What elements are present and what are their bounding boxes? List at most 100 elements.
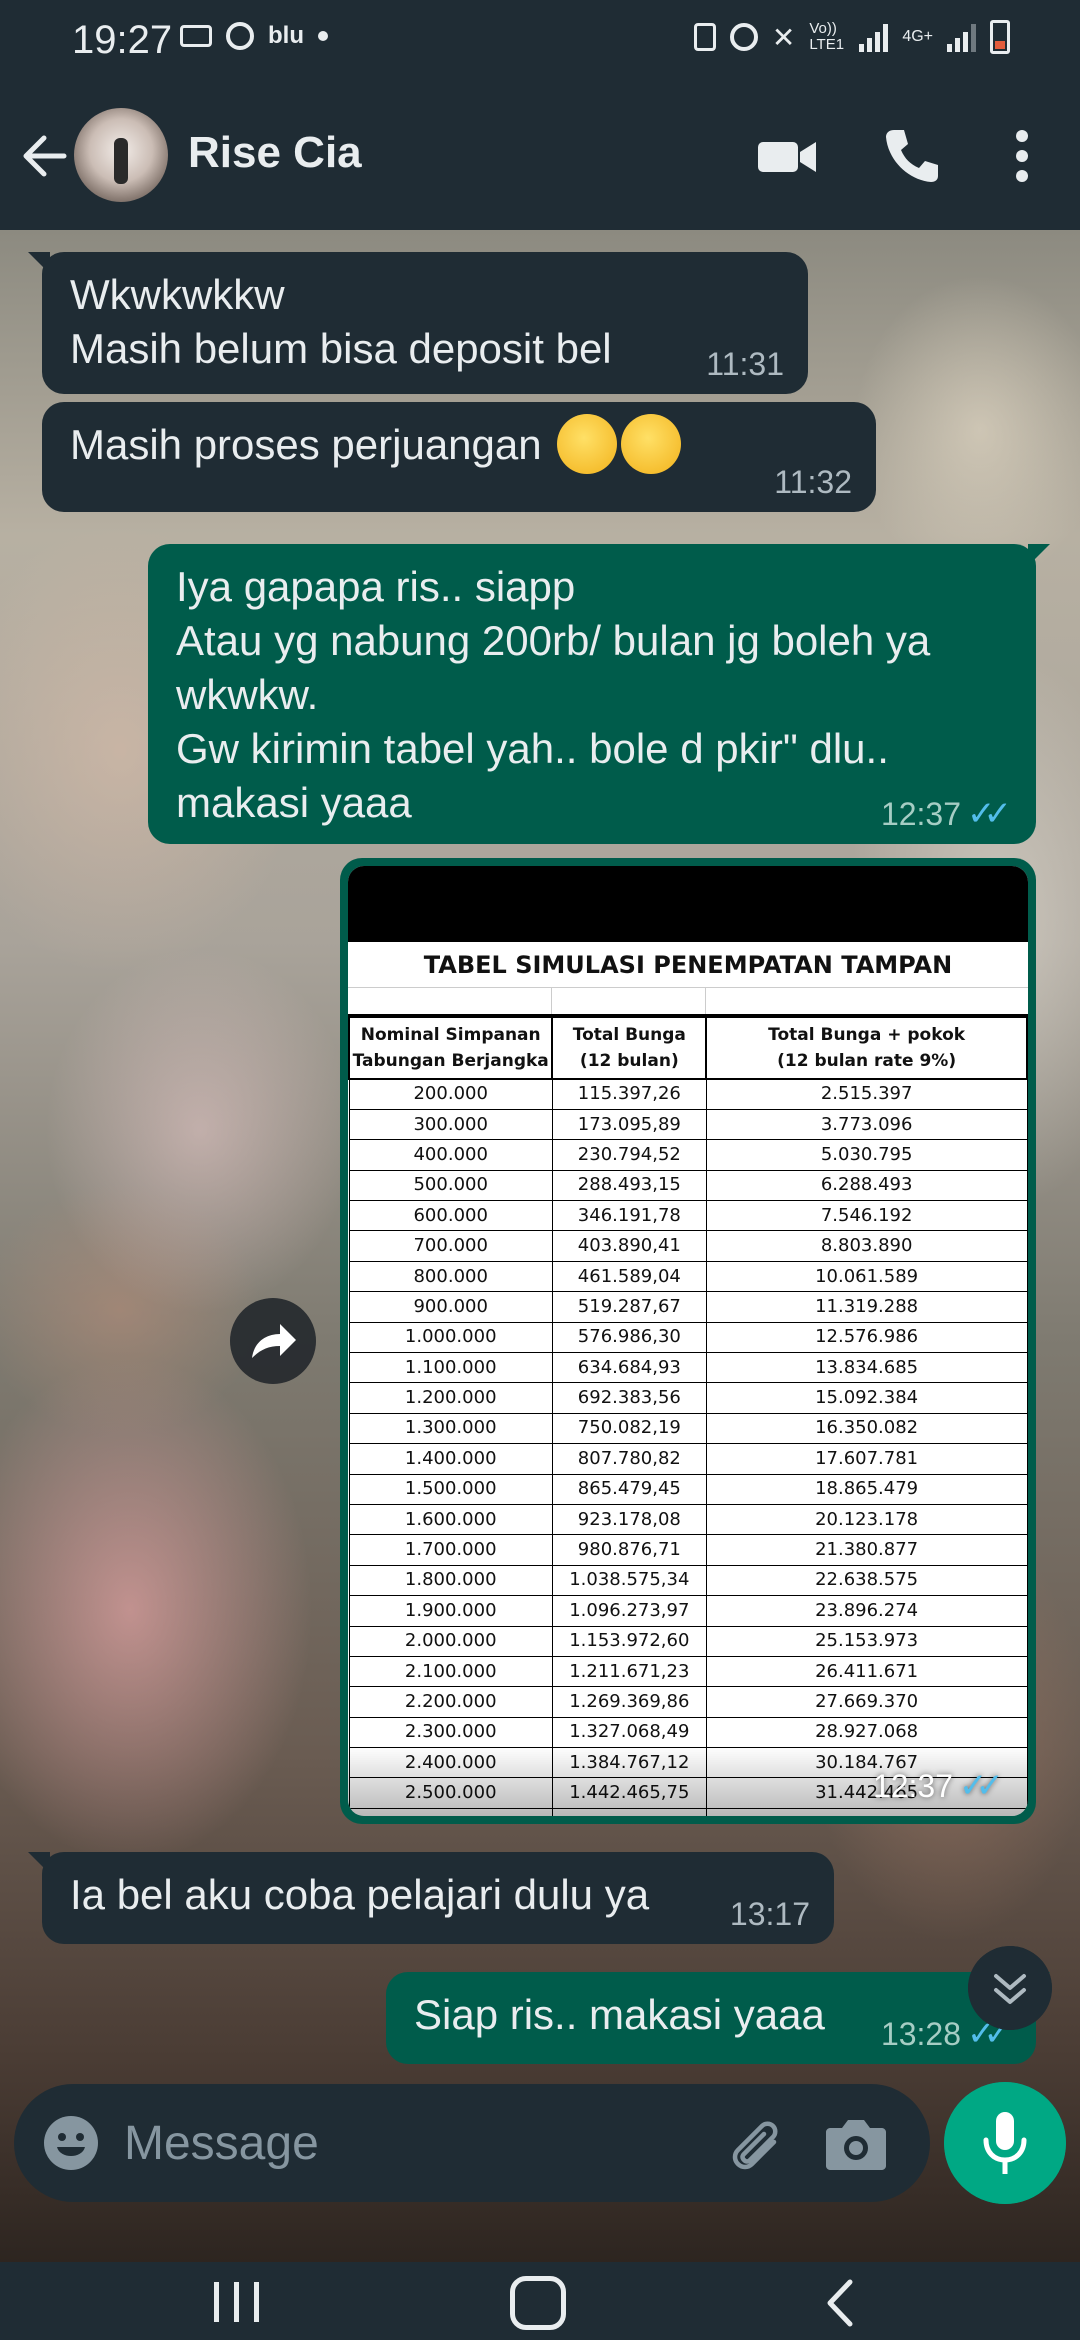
contact-avatar[interactable] <box>74 108 168 202</box>
emoji-icon[interactable] <box>42 2114 100 2172</box>
mute-icon: ✕ <box>771 21 796 53</box>
header-line: Total Bunga <box>572 1025 686 1045</box>
table-row: 2.200.000 1.269.369,86 27.669.370 <box>348 1686 1028 1718</box>
signal-2-icon <box>947 22 976 52</box>
table-row: 1.900.000 1.096.273,97 23.896.274 <box>348 1595 1028 1627</box>
table-cell: 288.493,15 <box>551 1169 707 1202</box>
table-cell: 15.092.384 <box>705 1382 1028 1414</box>
table-row: 1.600.000 923.178,08 20.123.178 <box>348 1503 1028 1536</box>
table-cell: 2.000.000 <box>348 1625 553 1657</box>
image-top-bar <box>348 866 1028 942</box>
table-header-cell: Nominal Simpanan Tabungan Berjangka <box>348 1016 554 1080</box>
forward-icon[interactable] <box>230 1298 316 1384</box>
table-cell: 500.000 <box>348 1169 553 1202</box>
saver-icon <box>693 23 716 51</box>
contact-name[interactable]: Rise Cia <box>188 128 362 178</box>
table-body: 200.000 115.397,26 2.515.397 300.000 173.095… <box>348 1078 1028 1816</box>
scroll-to-bottom-button[interactable] <box>968 1946 1052 2030</box>
table-cell: 600.000 <box>348 1200 553 1232</box>
message-text: Siap ris.. makasi yaaa <box>414 1991 825 2038</box>
table-row: 600.000 346.191,78 7.546.192 <box>348 1200 1028 1232</box>
table-cell: 900.000 <box>348 1291 553 1323</box>
battery-icon <box>990 20 1010 54</box>
chat-area[interactable]: Wkwkwkkw Masih belum bisa deposit bel 11… <box>0 230 1080 2262</box>
more-options-icon[interactable] <box>990 124 1054 188</box>
table-row: 400.000 230.794,52 5.030.795 <box>348 1139 1028 1171</box>
image-thumbnail[interactable]: TABEL SIMULASI PENEMPATAN TAMPAN Nominal… <box>348 866 1028 1816</box>
table-cell: 1.327.068,49 <box>551 1716 707 1749</box>
image-time-text: 12:37 <box>872 1767 954 1804</box>
message-text-line: Gw kirimin tabel yah.. bole d pkir" dlu.… <box>176 725 889 772</box>
message-time-text: 13:28 <box>880 2016 962 2052</box>
table-row: 500.000 288.493,15 6.288.493 <box>348 1169 1028 1202</box>
header-line: Tabungan Berjangka <box>352 1051 549 1071</box>
incoming-message[interactable]: Wkwkwkkw Masih belum bisa deposit bel 11… <box>28 252 808 394</box>
image-time: 12:37 ✓✓ <box>873 1766 1004 1806</box>
recent-apps-icon[interactable] <box>210 2280 266 2324</box>
message-notification-icon <box>180 25 212 47</box>
table-cell: 22.638.575 <box>705 1564 1028 1597</box>
status-time: 19:27 <box>72 18 173 62</box>
system-navigation-bar <box>0 2262 1080 2340</box>
nav-back-icon[interactable] <box>820 2276 860 2330</box>
table-cell: 1.269.369,86 <box>551 1686 707 1718</box>
bubble-tail <box>1028 544 1050 566</box>
table-cell: 800.000 <box>348 1260 553 1293</box>
camera-icon[interactable] <box>824 2112 888 2174</box>
table-cell: 400.000 <box>348 1139 553 1171</box>
table-row: 2.000.000 1.153.972,60 25.153.973 <box>348 1625 1028 1657</box>
table-cell: 1.100.000 <box>348 1352 553 1384</box>
table-row: 200.000 115.397,26 2.515.397 <box>348 1078 1028 1110</box>
table-cell: 23.896.274 <box>705 1595 1028 1627</box>
outgoing-message[interactable]: Iya gapapa ris.. siapp Atau yg nabung 20… <box>148 544 1050 844</box>
table-row: 2.100.000 1.211.671,23 26.411.671 <box>348 1655 1028 1688</box>
phone-icon[interactable] <box>880 124 944 188</box>
microphone-button[interactable] <box>944 2082 1066 2204</box>
table-row: 800.000 461.589,04 10.061.589 <box>348 1260 1028 1293</box>
table-cell: 461.589,04 <box>551 1260 707 1293</box>
bubble-tail <box>28 252 50 274</box>
home-button-icon[interactable] <box>510 2276 566 2330</box>
message-input[interactable] <box>124 2104 684 2182</box>
alarm-icon <box>729 23 758 51</box>
image-message[interactable]: TABEL SIMULASI PENEMPATAN TAMPAN Nominal… <box>340 858 1036 1824</box>
table-cell: 26.411.671 <box>705 1655 1028 1688</box>
table-cell: 230.794,52 <box>551 1139 707 1171</box>
outgoing-message[interactable]: Siap ris.. makasi yaaa 13:28 ✓✓ <box>386 1972 1050 2064</box>
table-row: 1.400.000 807.780,82 17.607.781 <box>348 1443 1028 1475</box>
table-cell: 28.927.068 <box>705 1716 1028 1749</box>
table-cell: 634.684,93 <box>551 1352 707 1384</box>
message-text-line: Masih belum bisa deposit bel <box>70 325 612 372</box>
table-cell: 2.200.000 <box>348 1686 553 1718</box>
table-cell: 1.038.575,34 <box>551 1564 707 1597</box>
back-arrow-icon[interactable] <box>20 126 70 186</box>
table-cell: 1.400.000 <box>348 1443 553 1475</box>
table-cell: 27.669.370 <box>705 1686 1028 1718</box>
video-call-icon[interactable] <box>756 124 820 188</box>
message-composer <box>14 2084 930 2202</box>
table-cell: 5.030.795 <box>705 1139 1028 1171</box>
table-cell: 13.834.685 <box>705 1352 1028 1384</box>
table-row: 700.000 403.890,41 8.803.890 <box>348 1230 1028 1262</box>
table-header-row: Nominal Simpanan Tabungan Berjangka Total… <box>348 1016 1028 1080</box>
header-line: Nominal Simpanan <box>360 1025 541 1045</box>
table-cell: 700.000 <box>348 1230 553 1262</box>
table-cell: 115.397,26 <box>551 1078 707 1110</box>
table-cell: 576.986,30 <box>551 1321 707 1354</box>
status-bar: 19:27 blu ✕ Vo)) LTE1 4G+ <box>0 0 1080 84</box>
incoming-message[interactable]: Ia bel aku coba pelajari dulu ya 13:17 <box>28 1852 834 1944</box>
incoming-message[interactable]: Masih proses perjuangan 11:32 <box>42 402 876 512</box>
bubble-tail <box>28 1852 50 1874</box>
table-cell: 16.350.082 <box>705 1412 1028 1445</box>
table-cell: 3.773.096 <box>705 1108 1028 1141</box>
table-cell: 25.153.973 <box>705 1625 1028 1657</box>
message-text-line: wkwkw. <box>176 671 319 718</box>
network-type-label: 4G+ <box>902 28 933 45</box>
table-cell: 12.576.986 <box>705 1321 1028 1354</box>
table-title: TABEL SIMULASI PENEMPATAN TAMPAN <box>348 942 1028 988</box>
message-time: 11:31 <box>706 346 784 382</box>
attach-icon[interactable] <box>720 2110 786 2176</box>
carrier-label: blu <box>268 22 304 49</box>
table-cell: 10.061.589 <box>705 1260 1028 1293</box>
table-row: 1.300.000 750.082,19 16.350.082 <box>348 1412 1028 1445</box>
